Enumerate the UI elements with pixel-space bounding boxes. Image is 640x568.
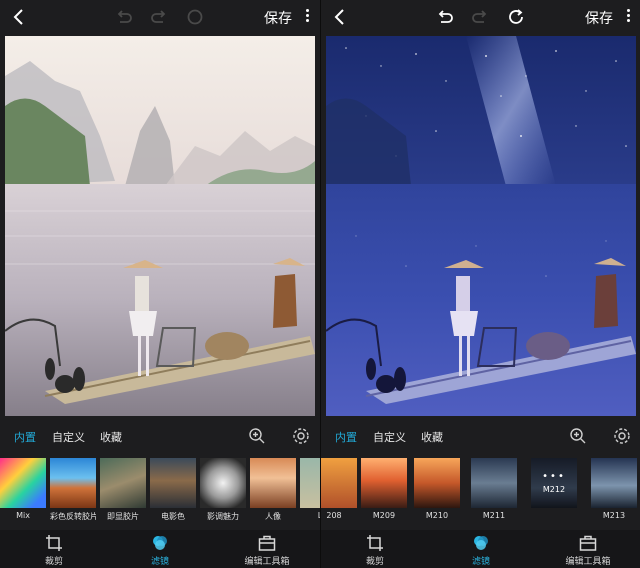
undo-icon[interactable]	[113, 6, 135, 28]
tab-builtin[interactable]: 内置	[335, 429, 357, 445]
selected-filter-overlay: ••• M212	[531, 458, 577, 508]
filter-thumb-image	[100, 458, 146, 508]
filter-thumb-image	[414, 458, 460, 508]
filter-thumb-image	[50, 458, 96, 508]
tab-favorites[interactable]: 收藏	[421, 429, 443, 445]
filter-thumb-image	[300, 458, 320, 508]
filter-thumb-selected[interactable]: ••• M212	[531, 458, 577, 524]
nav-label: 编辑工具箱	[244, 557, 290, 567]
filter-strip: 208 M209 M210 M211 ••• M212 M213	[321, 458, 640, 524]
filters-icon	[151, 534, 169, 552]
save-button[interactable]: 保存	[264, 8, 292, 28]
more-options-icon[interactable]	[304, 9, 310, 25]
top-bar: 保存	[321, 0, 640, 34]
redo-icon[interactable]	[148, 6, 170, 28]
nav-label: 编辑工具箱	[565, 557, 611, 567]
reset-icon[interactable]	[505, 6, 527, 28]
filter-category-bar: 内置 自定义 收藏	[321, 422, 640, 448]
photo-preview[interactable]	[5, 36, 315, 416]
filter-thumb-label: M211	[482, 511, 506, 520]
nav-toolbox[interactable]: 编辑工具箱	[237, 534, 297, 567]
toolbox-icon	[579, 534, 597, 552]
toolbox-icon	[258, 534, 276, 552]
filter-thumb[interactable]: 彩色反转胶片	[50, 458, 96, 524]
nav-toolbox[interactable]: 编辑工具箱	[558, 534, 618, 567]
tab-custom[interactable]: 自定义	[373, 429, 406, 445]
filter-thumb[interactable]: 影调魅力	[200, 458, 246, 524]
filter-thumb[interactable]: M210	[414, 458, 460, 524]
filter-thumb-image	[471, 458, 517, 508]
back-icon[interactable]	[8, 6, 30, 28]
filter-thumb-label: 电影色	[161, 512, 185, 521]
filter-thumb-image	[321, 458, 357, 508]
editor-pane-filtered: 保存 内置 自定义 收藏 208 M209 M210 M211 ••• M212…	[320, 0, 640, 568]
bottom-nav: 裁剪 滤镜 编辑工具箱	[321, 530, 640, 568]
filter-thumb-label: 208	[326, 511, 342, 520]
nav-crop[interactable]: 裁剪	[345, 534, 405, 567]
bottom-nav: 裁剪 滤镜 编辑工具箱	[0, 530, 320, 568]
filter-thumb-image	[361, 458, 407, 508]
filters-icon	[472, 534, 490, 552]
nav-label: 滤镜	[471, 557, 490, 567]
gear-icon[interactable]	[292, 427, 310, 445]
filter-thumb[interactable]: M211	[471, 458, 517, 524]
filter-thumb-label: M209	[372, 511, 396, 520]
filter-thumb-label: M212	[542, 485, 566, 494]
filter-thumb[interactable]: M209	[361, 458, 407, 524]
nav-crop[interactable]: 裁剪	[24, 534, 84, 567]
nav-filters[interactable]: 滤镜	[130, 534, 190, 567]
reset-icon[interactable]	[184, 6, 206, 28]
filter-thumb[interactable]: 电影色	[150, 458, 196, 524]
back-icon[interactable]	[329, 6, 351, 28]
crop-icon	[45, 534, 63, 552]
tab-builtin[interactable]: 内置	[14, 429, 36, 445]
filter-thumb[interactable]: M213	[591, 458, 637, 524]
filter-thumb-image	[150, 458, 196, 508]
filter-thumb-label: M210	[425, 511, 449, 520]
filter-thumb[interactable]: 208	[321, 458, 357, 524]
filter-strip: Mix 彩色反转胶片 即显胶片 电影色 影调魅力 人像 LO	[0, 458, 320, 524]
filter-thumb[interactable]: Mix	[0, 458, 46, 524]
filter-thumb-label: 彩色反转胶片	[50, 512, 96, 521]
filter-thumb[interactable]: LO	[300, 458, 320, 524]
zoom-in-icon[interactable]	[569, 427, 587, 445]
filter-thumb-label: M213	[602, 511, 626, 520]
undo-icon[interactable]	[434, 6, 456, 28]
more-dots-icon: •••	[542, 471, 566, 482]
crop-icon	[366, 534, 384, 552]
filter-thumb-label: 影调魅力	[207, 512, 239, 521]
zoom-in-icon[interactable]	[248, 427, 266, 445]
nav-filters[interactable]: 滤镜	[451, 534, 511, 567]
filter-thumb-label: 即显胶片	[107, 512, 139, 521]
more-options-icon[interactable]	[625, 9, 631, 25]
save-button[interactable]: 保存	[585, 8, 613, 28]
photo-preview[interactable]	[326, 36, 636, 416]
redo-icon[interactable]	[469, 6, 491, 28]
filter-thumb-image	[591, 458, 637, 508]
editor-pane-original: 保存 内置 自定义 收藏 Mix 彩色反转胶片 即显胶片 电影色 影调魅力 人像…	[0, 0, 320, 568]
tab-custom[interactable]: 自定义	[52, 429, 85, 445]
filter-category-bar: 内置 自定义 收藏	[0, 422, 320, 448]
filter-thumb-label: Mix	[16, 511, 30, 520]
filter-thumb-label: LO	[317, 511, 320, 520]
filter-thumb[interactable]: 人像	[250, 458, 296, 524]
filter-thumb-label: 人像	[265, 512, 281, 521]
filter-thumb-image	[200, 458, 246, 508]
nav-label: 裁剪	[44, 557, 63, 567]
filter-thumb-image	[0, 458, 46, 508]
nav-label: 滤镜	[150, 557, 169, 567]
nav-label: 裁剪	[365, 557, 384, 567]
filter-thumb[interactable]: 即显胶片	[100, 458, 146, 524]
top-bar: 保存	[0, 0, 320, 34]
gear-icon[interactable]	[613, 427, 631, 445]
tab-favorites[interactable]: 收藏	[100, 429, 122, 445]
filter-thumb-image	[250, 458, 296, 508]
